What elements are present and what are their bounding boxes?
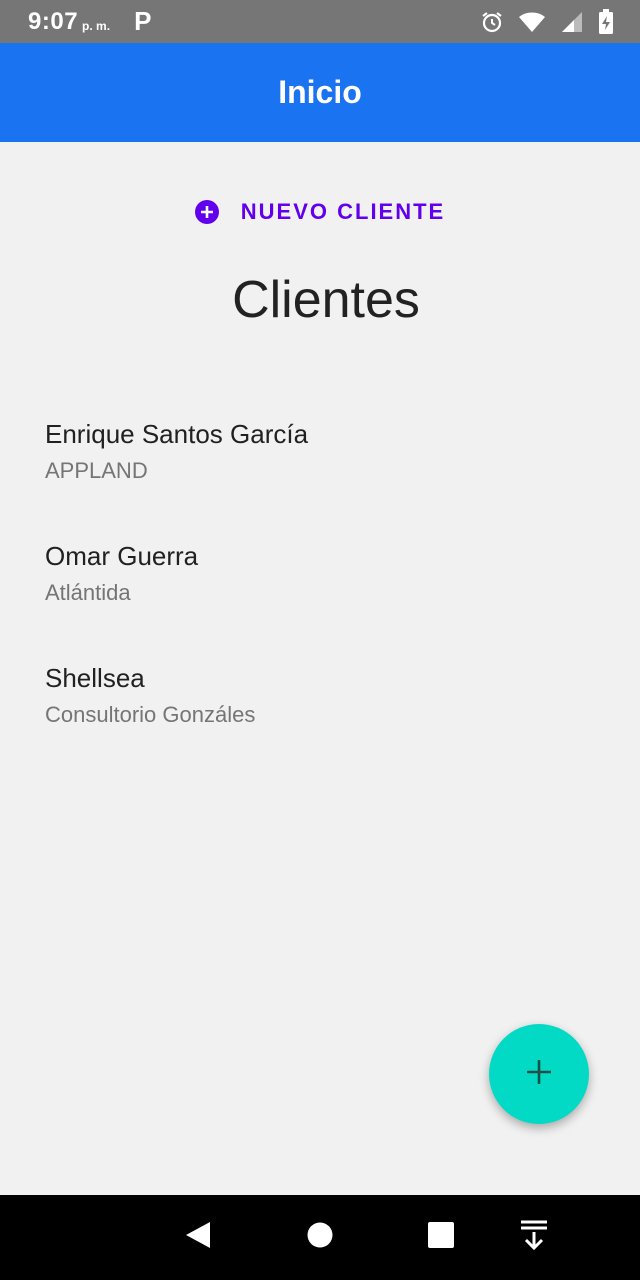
plus-icon [525,1058,553,1091]
add-circle-icon [194,200,219,224]
back-icon [184,1220,212,1255]
recents-button[interactable] [413,1195,469,1280]
new-client-label: NUEVO CLIENTE [240,199,446,224]
client-name: Shellsea [45,663,145,693]
home-button[interactable] [292,1195,348,1280]
new-client-button[interactable]: NUEVO CLIENTE [175,188,465,236]
clients-heading: Clientes [232,271,420,329]
home-icon [306,1221,334,1254]
alarm-icon [480,10,504,34]
client-list-item[interactable]: Omar Guerra Atlántida [45,534,605,656]
status-icons [480,8,614,35]
client-company: Atlántida [45,580,131,605]
status-ampm: p. m. [82,18,111,33]
app-bar: Inicio [0,43,640,142]
notification-p-icon: P [134,6,152,36]
add-client-fab[interactable] [489,1024,589,1124]
status-left: 9:07 p. m. P [28,6,151,37]
client-list: Enrique Santos García APPLAND Omar Guerr… [45,412,605,778]
client-list-item[interactable]: Enrique Santos García APPLAND [45,412,605,534]
client-company: Consultorio Gonzáles [45,702,256,727]
back-button[interactable] [170,1195,226,1280]
recents-icon [427,1221,455,1254]
client-name: Enrique Santos García [45,419,309,449]
notifications-pull-button[interactable] [506,1195,562,1280]
screen: 9:07 p. m. P Inicio NUEVO CLIENTE Client… [0,0,640,1280]
client-name: Omar Guerra [45,541,199,571]
notifications-pull-icon [519,1219,549,1256]
status-time: 9:07 [28,7,79,35]
page-title: Inicio [278,74,362,110]
status-bar: 9:07 p. m. P [0,0,640,43]
wifi-icon [518,10,546,34]
client-company: APPLAND [45,458,148,483]
battery-charging-icon [598,8,614,35]
signal-icon [560,10,584,34]
navigation-bar [0,1195,640,1280]
client-list-item[interactable]: Shellsea Consultorio Gonzáles [45,656,605,778]
